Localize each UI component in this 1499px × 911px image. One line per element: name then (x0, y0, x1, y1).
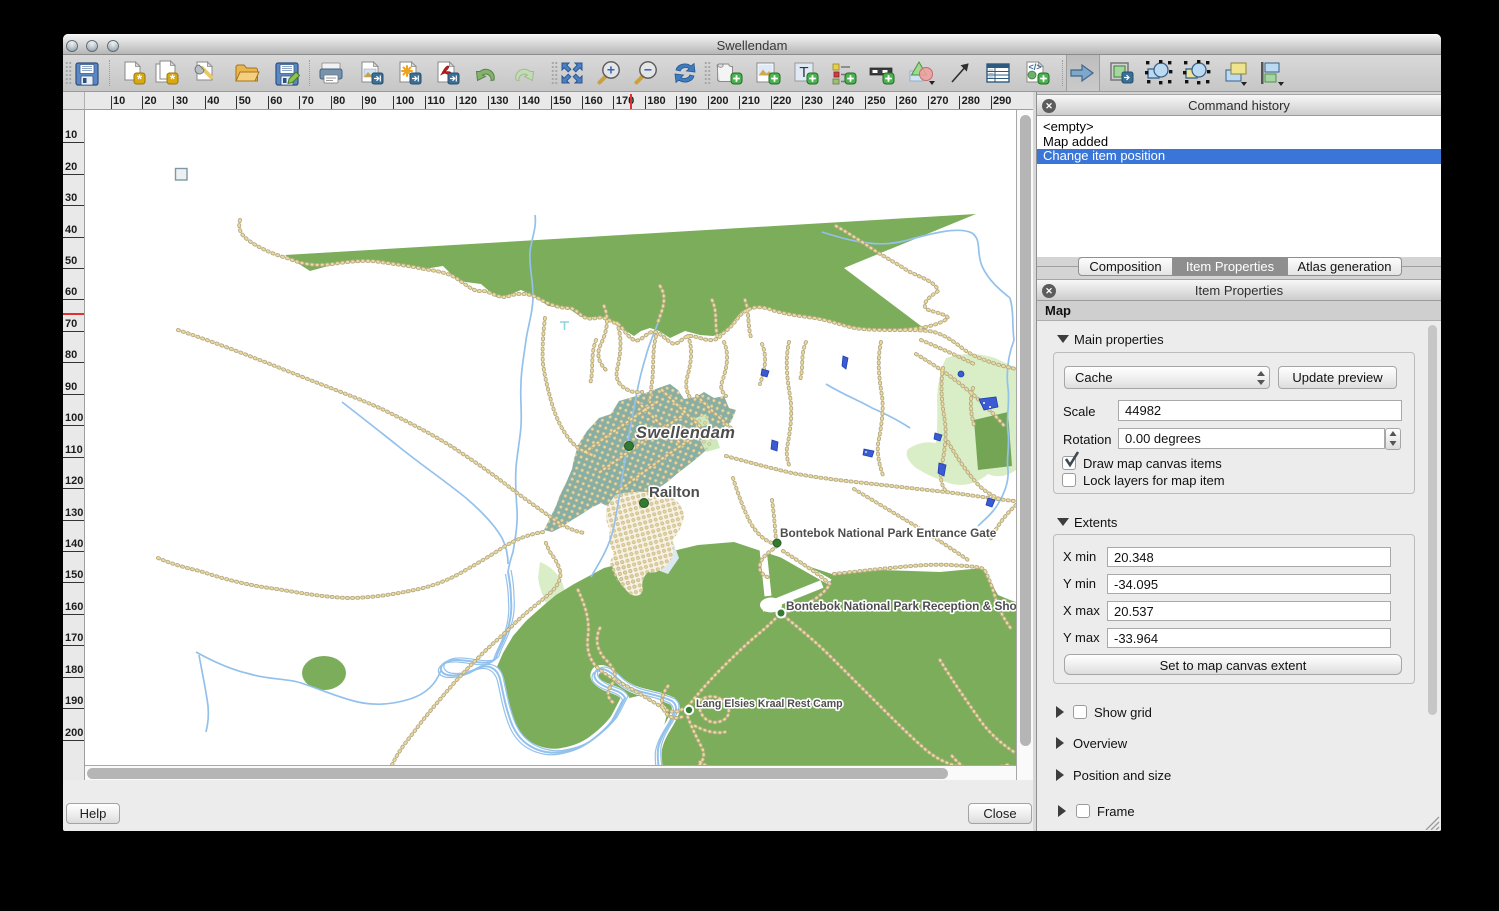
svg-text:Bontebok National Park Entranc: Bontebok National Park Entrance Gate (780, 526, 997, 540)
svg-text:−: − (644, 62, 652, 78)
svg-text:</>: </> (1028, 62, 1041, 72)
svg-text:Lang Elsies Kraal Rest Camp: Lang Elsies Kraal Rest Camp (696, 698, 843, 710)
svg-text:+: + (607, 62, 615, 78)
svg-text:Railton: Railton (649, 484, 700, 501)
svg-text:Bontebok National Park Recepti: Bontebok National Park Reception & Sho (786, 599, 1016, 613)
svg-text:Swellendam: Swellendam (636, 424, 735, 442)
